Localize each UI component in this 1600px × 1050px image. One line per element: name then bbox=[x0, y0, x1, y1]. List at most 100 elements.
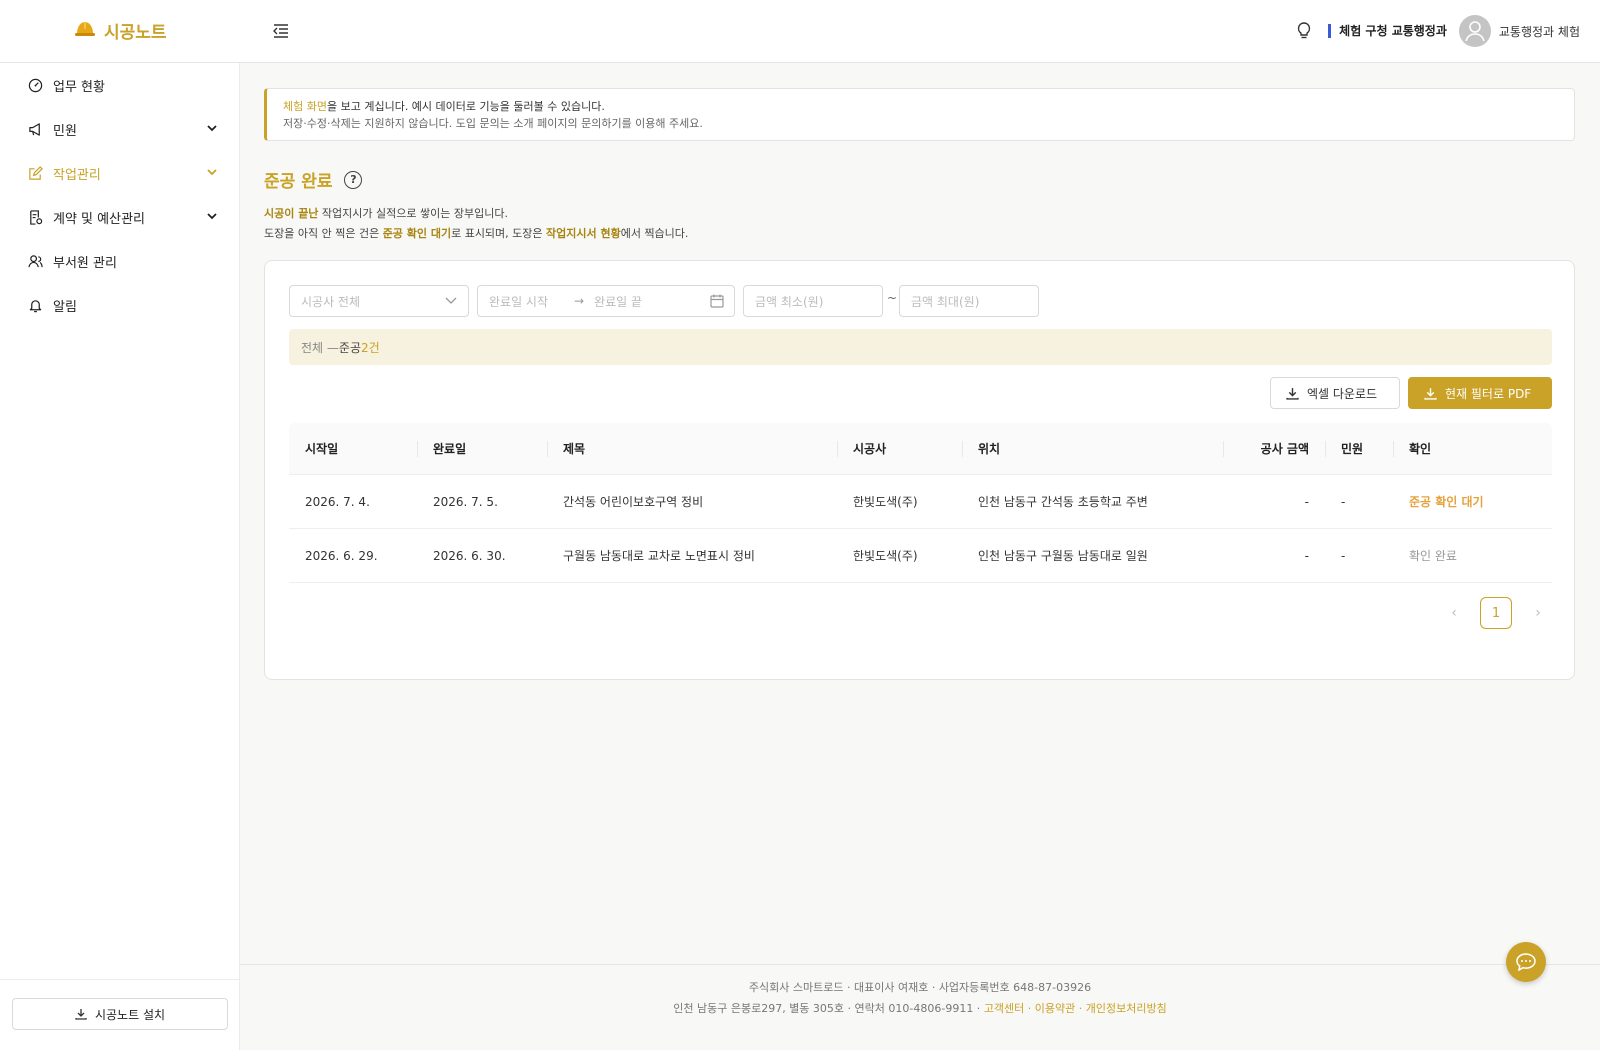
result-summary: 전체 — 준공 2건 bbox=[289, 329, 1552, 365]
cell-complaints: - bbox=[1341, 548, 1346, 563]
sidebar-item-label: 알림 bbox=[53, 299, 77, 315]
page-title: 준공 완료 bbox=[264, 172, 333, 192]
header-right: 체험 구청 교통행정과 교통행정과 체험 bbox=[1294, 15, 1580, 47]
footer-company-info: 주식회사 스마트로드 · 대표이사 여재호 · 사업자등록번호 648-87-0… bbox=[748, 981, 1092, 994]
cell-start: 2026. 6. 29. bbox=[305, 548, 378, 563]
sidebar-item-label: 업무 현황 bbox=[53, 79, 105, 95]
desc-bold: 준공 확인 대기 bbox=[382, 227, 452, 240]
date-start-input[interactable]: 완료일 시작 bbox=[489, 293, 548, 310]
sidebar-divider bbox=[0, 979, 240, 980]
sidebar-item-label: 민원 bbox=[53, 123, 77, 139]
privacy-link[interactable]: 개인정보처리방침 bbox=[1086, 1002, 1167, 1015]
cell-location: 인천 남동구 구월동 남동대로 일원 bbox=[978, 549, 1148, 563]
dashboard-icon bbox=[27, 77, 43, 93]
sidebar-item-label: 작업관리 bbox=[53, 167, 101, 183]
column-header[interactable]: 민원 bbox=[1325, 423, 1393, 474]
cell-company: 한빛도색(주) bbox=[853, 549, 918, 563]
company-select-placeholder: 시공사 전체 bbox=[301, 294, 361, 309]
cell-location: 인천 남동구 간석동 초등학교 주변 bbox=[978, 495, 1148, 509]
table-header: 시작일 완료일 제목 시공사 위치 공사 금액 민원 확인 bbox=[289, 423, 1552, 475]
user-icon bbox=[1465, 21, 1485, 42]
page-number-button[interactable]: 1 bbox=[1480, 597, 1512, 629]
column-header[interactable]: 확인 bbox=[1393, 423, 1552, 474]
chat-button[interactable] bbox=[1506, 942, 1546, 982]
user-name[interactable]: 교통행정과 체험 bbox=[1499, 23, 1580, 40]
company-select[interactable]: 시공사 전체 bbox=[289, 285, 469, 317]
title-row: 준공 완료 ? bbox=[264, 167, 363, 192]
sidebar-item-label: 부서원 관리 bbox=[53, 255, 117, 271]
sidebar-item-work-management[interactable]: 작업관리 bbox=[0, 151, 239, 195]
download-icon bbox=[1424, 387, 1437, 400]
cell-company: 한빛도색(주) bbox=[853, 495, 918, 509]
install-app-button[interactable]: 시공노트 설치 bbox=[12, 998, 228, 1030]
terms-link[interactable]: 이용약관 bbox=[1035, 1002, 1075, 1015]
chat-icon bbox=[1516, 953, 1536, 971]
column-header[interactable]: 완료일 bbox=[417, 423, 547, 474]
bell-icon bbox=[27, 297, 43, 313]
cell-title[interactable]: 간석동 어린이보호구역 정비 bbox=[547, 475, 837, 528]
sidebar-item-label: 계약 및 예산관리 bbox=[53, 211, 145, 227]
sidebar-item-notifications[interactable]: 알림 bbox=[0, 283, 239, 327]
chevron-down-icon bbox=[207, 125, 217, 132]
sidebar-item-contracts-budget[interactable]: 계약 및 예산관리 bbox=[0, 195, 239, 239]
app-logo[interactable]: 시공노트 bbox=[74, 18, 167, 43]
cell-amount: - bbox=[1304, 548, 1309, 563]
support-link[interactable]: 고객센터 bbox=[984, 1002, 1024, 1015]
column-header[interactable]: 위치 bbox=[962, 423, 1223, 474]
users-icon bbox=[27, 253, 43, 269]
main-content: 체험 화면을 보고 계십니다. 예시 데이터로 기능을 둘러볼 수 있습니다. … bbox=[240, 63, 1600, 1050]
sidebar-item-members[interactable]: 부서원 관리 bbox=[0, 239, 239, 283]
range-separator: ~ bbox=[887, 291, 898, 305]
megaphone-icon bbox=[27, 121, 43, 137]
completed-works-card: 시공사 전체 완료일 시작 → 완료일 끝 금액 최소(원) ~ 금액 최대(원… bbox=[264, 260, 1575, 680]
notice-line2: 저장·수정·삭제는 지원하지 않습니다. 도입 문의는 소개 페이지의 문의하기… bbox=[283, 117, 703, 130]
calendar-icon bbox=[710, 294, 724, 308]
date-range-picker[interactable]: 완료일 시작 → 완료일 끝 bbox=[477, 285, 735, 317]
table-row[interactable]: 2026. 7. 4. 2026. 7. 5. 간석동 어린이보호구역 정비 한… bbox=[289, 475, 1552, 529]
summary-prefix: 전체 — bbox=[301, 340, 339, 355]
column-header[interactable]: 시작일 bbox=[289, 423, 417, 474]
sidebar-toggle-button[interactable] bbox=[270, 20, 292, 42]
page-description: 시공이 끝난 작업지시가 실적으로 쌓이는 장부입니다. 도장을 아직 안 찍은… bbox=[264, 204, 688, 244]
next-page-icon[interactable]: › bbox=[1526, 597, 1550, 629]
avatar[interactable] bbox=[1458, 15, 1491, 47]
date-end-input[interactable]: 완료일 끝 bbox=[594, 293, 642, 310]
footer: 주식회사 스마트로드 · 대표이사 여재호 · 사업자등록번호 648-87-0… bbox=[240, 964, 1600, 1050]
edit-icon bbox=[27, 165, 43, 181]
cell-title[interactable]: 구월동 남동대로 교차로 노면표시 정비 bbox=[547, 529, 837, 582]
column-header[interactable]: 공사 금액 bbox=[1223, 423, 1325, 474]
contract-icon bbox=[27, 209, 43, 225]
status-badge[interactable]: 준공 확인 대기 bbox=[1393, 475, 1552, 528]
download-icon bbox=[1286, 387, 1299, 400]
completed-works-table: 시작일 완료일 제목 시공사 위치 공사 금액 민원 확인 2026. 7. 4… bbox=[289, 423, 1552, 583]
column-header[interactable]: 제목 bbox=[547, 423, 837, 474]
table-row[interactable]: 2026. 6. 29. 2026. 6. 30. 구월동 남동대로 교차로 노… bbox=[289, 529, 1552, 583]
pagination: ‹ 1 › bbox=[1442, 597, 1550, 629]
excel-download-button[interactable]: 엑셀 다운로드 bbox=[1270, 377, 1400, 409]
prev-page-icon[interactable]: ‹ bbox=[1442, 597, 1466, 629]
organization-label: 체험 구청 교통행정과 bbox=[1328, 24, 1447, 38]
chevron-down-icon bbox=[207, 213, 217, 220]
chevron-down-icon bbox=[445, 297, 457, 304]
column-header[interactable]: 시공사 bbox=[837, 423, 962, 474]
pdf-export-button[interactable]: 현재 필터로 PDF bbox=[1408, 377, 1552, 409]
app-name: 시공노트 bbox=[104, 23, 167, 43]
desc-text: 에서 찍습니다. bbox=[620, 227, 689, 240]
summary-count: 2건 bbox=[361, 340, 380, 355]
amount-max-input[interactable]: 금액 최대(원) bbox=[899, 285, 1039, 317]
sidebar: 업무 현황 민원 작업관리 계약 및 예산관리 부서원 관리 알림 시공노트 설… bbox=[0, 63, 240, 1050]
sidebar-item-dashboard[interactable]: 업무 현황 bbox=[0, 63, 239, 107]
amount-min-input[interactable]: 금액 최소(원) bbox=[743, 285, 883, 317]
amount-min-placeholder: 금액 최소(원) bbox=[755, 294, 824, 309]
sidebar-item-complaints[interactable]: 민원 bbox=[0, 107, 239, 151]
desc-text: 작업지시가 실적으로 쌓이는 장부입니다. bbox=[318, 207, 508, 220]
summary-label: 준공 bbox=[338, 340, 361, 355]
arrow-right-icon: → bbox=[574, 294, 585, 308]
cell-start: 2026. 7. 4. bbox=[305, 494, 370, 509]
lightbulb-icon[interactable] bbox=[1294, 21, 1314, 41]
status-badge: 확인 완료 bbox=[1409, 549, 1457, 563]
notice-line1: 을 보고 계십니다. 예시 데이터로 기능을 둘러볼 수 있습니다. bbox=[326, 100, 605, 113]
top-header: 시공노트 체험 구청 교통행정과 교통행정과 체험 bbox=[0, 0, 1600, 63]
menu-fold-icon bbox=[273, 24, 288, 38]
help-icon[interactable]: ? bbox=[344, 170, 363, 189]
